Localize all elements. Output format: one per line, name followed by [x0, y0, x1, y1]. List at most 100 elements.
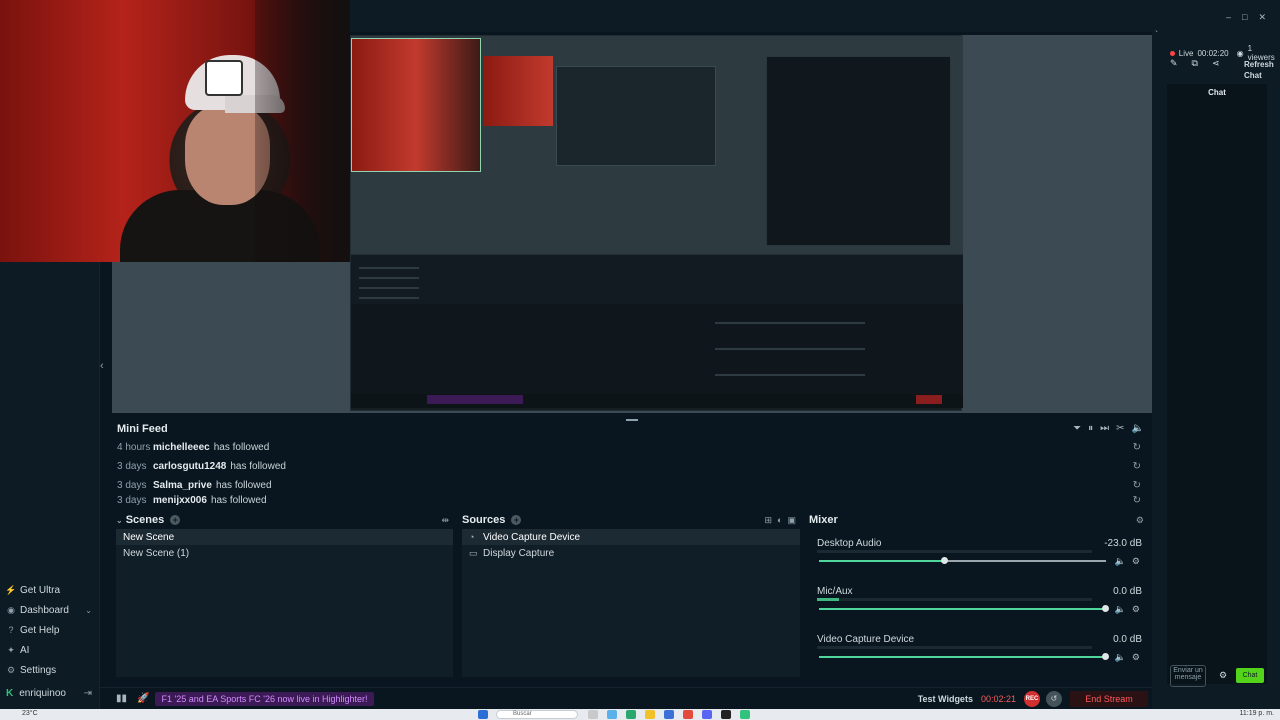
nested-screen-image-2	[766, 56, 951, 246]
gear-icon[interactable]: ⚙	[1219, 670, 1227, 681]
send-chat-button[interactable]: Chat	[1236, 668, 1264, 683]
mute-icon[interactable]: 🔈	[1115, 604, 1126, 615]
mute-icon[interactable]: 🔈	[1115, 652, 1126, 663]
nested-promo-tag	[427, 395, 523, 404]
gear-icon[interactable]: ⚙	[1136, 515, 1144, 526]
scenes-header: ⌄ Scenes +	[112, 511, 457, 529]
chat-input[interactable]: Enviar un mensaje	[1170, 665, 1206, 687]
end-stream-button[interactable]: End Stream	[1070, 690, 1148, 707]
webcam-background	[255, 0, 350, 262]
sidebar-item-dashboard[interactable]: ◉ Dashboard ⌄	[0, 600, 100, 620]
scene-item[interactable]: New Scene (1)	[116, 545, 453, 561]
edit-stream-icon[interactable]: ✎	[1170, 58, 1178, 69]
feed-time: 3 days	[117, 461, 147, 472]
window-controls: – □ ✕	[1226, 12, 1266, 23]
chevron-down-icon[interactable]: ⌄	[85, 606, 92, 615]
clear-icon[interactable]: ✂	[1116, 423, 1124, 434]
mixer-tools: ⚙	[1136, 515, 1144, 526]
replay-icon[interactable]: ↻	[1133, 495, 1141, 506]
volume-slider-fill	[819, 656, 1106, 658]
feed-event: 3 days menijxx006 has followed ↻	[117, 495, 1145, 508]
feed-user[interactable]: michelleeec	[153, 442, 210, 453]
discord-icon[interactable]	[702, 710, 712, 719]
gear-icon[interactable]: ⚙	[1132, 652, 1140, 663]
resize-handle[interactable]	[626, 419, 638, 421]
logout-icon[interactable]: ⇥	[84, 688, 92, 699]
folder-add-icon[interactable]: ⊞	[765, 515, 773, 526]
task-view-icon[interactable]	[588, 710, 598, 719]
ai-icon: ✦	[7, 644, 15, 655]
nested-feed-line	[359, 277, 419, 279]
share-icon[interactable]: ⋖	[1212, 58, 1220, 69]
taskbar-search[interactable]: Buscar	[496, 710, 578, 719]
user-account[interactable]: K enriquinoo ⇥	[0, 683, 100, 703]
feed-user[interactable]: Salma_prive	[153, 480, 212, 491]
scene-item[interactable]: New Scene	[116, 529, 453, 545]
skip-icon[interactable]: ⏭	[1100, 423, 1109, 434]
chrome-icon[interactable]	[683, 710, 693, 719]
pop-out-icon[interactable]: ⧉	[1192, 58, 1198, 69]
feed-user[interactable]: carlosgutu1248	[153, 461, 226, 472]
feed-time: 3 days	[117, 480, 147, 491]
mute-icon[interactable]: 🔈	[1115, 556, 1126, 567]
add-source-button[interactable]: +	[511, 515, 522, 525]
nested-screen-image	[556, 66, 716, 166]
collapse-sidebar-icon[interactable]: ‹	[100, 360, 104, 372]
add-scene-button[interactable]: +	[170, 515, 181, 525]
start-icon[interactable]	[478, 710, 488, 719]
folder-icon[interactable]: ▣	[787, 515, 796, 526]
replay-icon[interactable]: ↻	[1133, 442, 1141, 453]
widgets-icon[interactable]	[607, 710, 617, 719]
scenes-title: Scenes	[125, 514, 165, 526]
refresh-chat-button[interactable]: Refresh Chat	[1244, 59, 1274, 81]
volume-slider-handle[interactable]	[1102, 653, 1109, 660]
replay-buffer-button[interactable]: ↺	[1046, 690, 1062, 707]
maximize-icon[interactable]: □	[1242, 12, 1247, 23]
promo-banner[interactable]: F1 '25 and EA Sports FC '26 now live in …	[155, 691, 374, 706]
stream-timer: 00:02:21	[980, 693, 1016, 704]
volume-icon[interactable]: 🔈	[1132, 423, 1144, 434]
pause-icon[interactable]: ⏸	[1088, 423, 1093, 434]
store-icon[interactable]	[664, 710, 674, 719]
replay-icon[interactable]: ↻	[1133, 461, 1141, 472]
close-icon[interactable]: ✕	[1258, 12, 1266, 23]
volume-slider-handle[interactable]	[1102, 605, 1109, 612]
streamlabs-icon[interactable]	[740, 710, 750, 719]
edge-icon[interactable]	[626, 710, 636, 719]
minimize-icon[interactable]: –	[1226, 12, 1231, 23]
mini-feed: Mini Feed ⏷ ⏸ ⏭ ✂ 🔈 4 hours michelleeec …	[112, 419, 1152, 509]
test-widgets-button[interactable]: Test Widgets	[918, 694, 973, 704]
sidebar-item-settings[interactable]: ⚙ Settings	[0, 660, 100, 680]
sidebar-item-get-ultra[interactable]: ⚡ Get Ultra	[0, 580, 100, 600]
feed-action: has followed	[230, 461, 286, 472]
platform-logo-icon: K	[6, 687, 14, 699]
gear-icon[interactable]: ⚙	[1132, 556, 1140, 567]
chat-header: Chat	[1208, 88, 1226, 97]
weather-widget[interactable]: 23°C	[22, 710, 38, 717]
record-button[interactable]: REC	[1024, 690, 1040, 707]
performance-stats-icon[interactable]: ▮▮	[116, 693, 127, 704]
sources-list: ◔ Video Capture Device ▭ Display Capture	[462, 529, 800, 677]
nested-feed-line	[359, 267, 419, 269]
chat-tools: ✎ ⧉ ⋖	[1170, 58, 1220, 69]
volume-slider-handle[interactable]	[941, 557, 949, 564]
source-item[interactable]: ▭ Display Capture	[462, 545, 800, 561]
replay-icon[interactable]: ↻	[1133, 480, 1141, 491]
filter-icon[interactable]: ⏷	[1073, 423, 1081, 434]
sidebar-item-ai[interactable]: ✦ AI	[0, 640, 100, 660]
visibility-icon[interactable]: ◐	[777, 515, 782, 526]
sidebar-item-get-help[interactable]: ? Get Help	[0, 620, 100, 640]
feed-user[interactable]: menijxx006	[153, 495, 207, 506]
gear-icon[interactable]: ⚙	[1132, 604, 1140, 615]
volume-slider-fill	[819, 608, 1106, 610]
webcam-source[interactable]	[0, 0, 350, 262]
collapse-icon[interactable]: ⌄	[116, 516, 123, 525]
feed-action: has followed	[210, 495, 267, 506]
obs-icon[interactable]	[721, 710, 731, 719]
scene-transition-icon[interactable]: ⇹	[441, 515, 449, 526]
source-item[interactable]: ◔ Video Capture Device	[462, 529, 800, 545]
audio-meter-level	[817, 598, 839, 601]
explorer-icon[interactable]	[645, 710, 655, 719]
help-icon: ?	[8, 625, 14, 635]
mixer-channel: Desktop Audio -23.0 dB 🔈 ⚙	[817, 538, 1142, 586]
